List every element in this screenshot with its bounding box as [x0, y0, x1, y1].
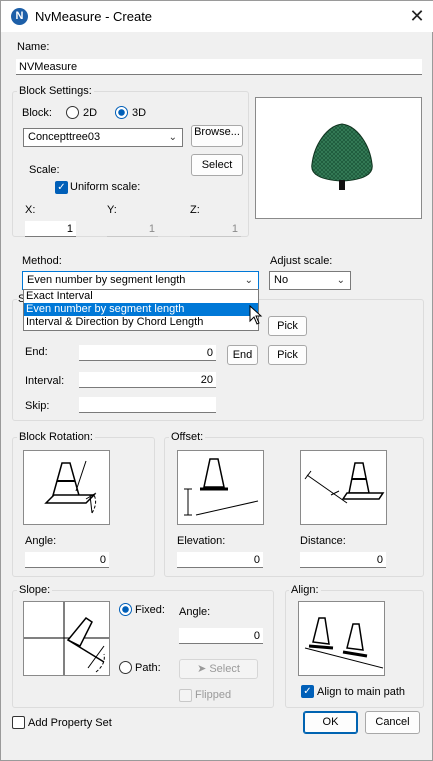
scale-label: Scale:	[29, 164, 60, 176]
scale-y-input: 1	[107, 221, 158, 237]
adjust-scale-value: No	[274, 274, 289, 286]
skip-label: Skip:	[25, 400, 50, 412]
slope-legend: Slope:	[17, 584, 53, 596]
chevron-down-icon: ⌄	[244, 275, 253, 286]
slope-fixed-radio[interactable]	[119, 603, 132, 616]
add-property-set-checkbox[interactable]	[12, 716, 25, 729]
align-to-path-label: Align to main path	[317, 686, 406, 698]
ok-button[interactable]: OK	[303, 711, 358, 734]
pointer-icon: ➤	[197, 663, 207, 675]
block-rotation-legend: Block Rotation:	[17, 431, 95, 443]
uniform-scale-checkbox[interactable]: ✓	[55, 181, 68, 194]
name-input[interactable]: NVMeasure	[16, 59, 422, 75]
end-button[interactable]: End	[227, 345, 258, 365]
distance-input[interactable]: 0	[300, 552, 386, 568]
slope-select-label: Select	[209, 663, 240, 675]
start-pick-button[interactable]: Pick	[268, 316, 307, 336]
block-rotation-diagram	[23, 450, 110, 525]
distance-diagram	[300, 450, 387, 525]
method-option-even-number[interactable]: Even number by segment length	[24, 303, 258, 316]
slope-path-radio[interactable]	[119, 661, 132, 674]
mouse-cursor-icon	[249, 305, 263, 325]
select-block-button[interactable]: Select	[191, 154, 243, 176]
end-input[interactable]: 0	[79, 345, 216, 361]
radio-2d[interactable]	[66, 106, 79, 119]
cone-distance-icon	[304, 462, 385, 504]
end-pick-button[interactable]: Pick	[268, 345, 307, 365]
elevation-diagram	[177, 450, 264, 525]
cones-align-icon	[304, 617, 384, 669]
method-select[interactable]: Even number by segment length ⌄	[22, 271, 259, 290]
elevation-input[interactable]: 0	[177, 552, 263, 568]
browse-button[interactable]: Browse...	[191, 125, 243, 147]
align-legend: Align:	[289, 584, 321, 596]
method-label: Method:	[22, 255, 62, 267]
x-label: X:	[25, 204, 36, 216]
align-to-path-checkbox[interactable]: ✓	[301, 685, 314, 698]
y-label: Y:	[107, 204, 117, 216]
chevron-down-icon: ⌄	[336, 275, 345, 286]
flipped-checkbox	[179, 689, 192, 702]
block-select[interactable]: Concepttree03 ⌄	[23, 128, 183, 147]
add-property-set-label: Add Property Set	[28, 717, 112, 729]
block-settings-legend: Block Settings:	[17, 85, 94, 97]
tree-icon	[311, 123, 373, 190]
align-diagram	[298, 601, 385, 676]
block-label: Block:	[22, 107, 52, 119]
chevron-down-icon: ⌄	[168, 132, 177, 143]
name-label: Name:	[17, 41, 50, 53]
slope-angle-label: Angle:	[179, 606, 211, 618]
adjust-scale-select[interactable]: No ⌄	[269, 271, 351, 290]
nvmeasure-create-dialog: N NvMeasure - Create ✕ Name: NVMeasure B…	[0, 0, 433, 761]
uniform-scale-label: Uniform scale:	[70, 181, 141, 193]
adjust-scale-label: Adjust scale:	[270, 255, 333, 267]
radio-3d[interactable]	[115, 106, 128, 119]
block-select-value: Concepttree03	[28, 131, 101, 143]
end-label: End:	[25, 346, 48, 358]
method-dropdown-list: Exact Interval Even number by segment le…	[23, 289, 259, 331]
slope-fixed-label: Fixed:	[135, 604, 165, 616]
method-option-exact-interval[interactable]: Exact Interval	[24, 290, 258, 303]
close-button[interactable]: ✕	[401, 3, 433, 29]
cone-elevation-icon	[184, 458, 259, 516]
skip-input[interactable]	[79, 397, 216, 413]
method-select-value: Even number by segment length	[27, 274, 186, 286]
app-icon: N	[11, 8, 28, 25]
flipped-label: Flipped	[195, 689, 232, 701]
interval-label: Interval:	[25, 375, 65, 387]
method-option-chord-length[interactable]: Interval & Direction by Chord Length	[24, 316, 258, 329]
interval-input[interactable]: 20	[79, 372, 216, 388]
slope-diagram	[23, 601, 110, 676]
block-preview	[255, 97, 422, 219]
offset-legend: Offset:	[169, 431, 206, 443]
elevation-label: Elevation:	[177, 535, 226, 547]
scale-z-input: 1	[190, 221, 241, 237]
rotation-angle-label: Angle:	[25, 535, 57, 547]
slope-path-label: Path:	[135, 662, 161, 674]
z-label: Z:	[190, 204, 200, 216]
cone-rotation-icon	[44, 460, 97, 514]
radio-3d-label: 3D	[132, 107, 147, 119]
window-title: NvMeasure - Create	[35, 9, 153, 24]
radio-2d-label: 2D	[83, 107, 98, 119]
slope-select-button[interactable]: ➤ Select	[179, 659, 258, 679]
cone-slope-icon	[24, 602, 109, 675]
distance-label: Distance:	[300, 535, 346, 547]
rotation-angle-input[interactable]: 0	[25, 552, 109, 568]
scale-x-input[interactable]: 1	[25, 221, 76, 237]
slope-angle-input[interactable]: 0	[179, 628, 263, 644]
cancel-button[interactable]: Cancel	[365, 711, 420, 734]
